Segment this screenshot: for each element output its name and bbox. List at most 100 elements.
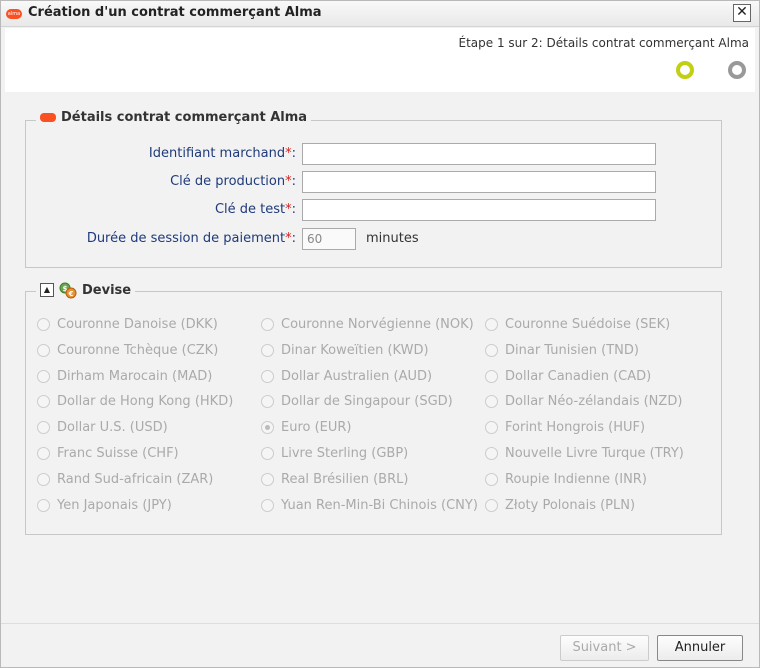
radio-button[interactable]	[261, 369, 274, 383]
currency-option[interactable]: Dollar de Singapour (SGD)	[261, 394, 453, 409]
currency-option-label: Złoty Polonais (PLN)	[505, 497, 636, 513]
currency-option[interactable]: Couronne Norvégienne (NOK)	[261, 317, 474, 332]
currency-option-label: Dollar de Singapour (SGD)	[281, 394, 453, 410]
dialog-window: alma Création d'un contrat commerçant Al…	[0, 0, 760, 668]
currency-option-label: Dollar de Hong Kong (HKD)	[57, 394, 234, 410]
collapse-currency-button[interactable]: ▲	[40, 283, 54, 297]
currency-option[interactable]: Dollar Australien (AUD)	[261, 369, 432, 384]
production-key-label: Clé de production*:	[170, 174, 296, 189]
radio-button[interactable]	[485, 498, 498, 512]
session-duration-unit: minutes	[366, 231, 419, 246]
radio-button[interactable]	[485, 318, 498, 331]
radio-button[interactable]	[261, 472, 274, 486]
currency-option-label: Euro (EUR)	[281, 420, 352, 436]
currency-option-label: Livre Sterling (GBP)	[281, 446, 409, 461]
step-1-active-icon	[676, 61, 694, 79]
radio-button[interactable]	[485, 421, 498, 435]
currency-option[interactable]: Dinar Koweïtien (KWD)	[261, 343, 429, 358]
currency-option[interactable]: Złoty Polonais (PLN)	[485, 498, 635, 513]
radio-button[interactable]	[485, 472, 498, 486]
currency-option-label: Real Brésilien (BRL)	[281, 471, 409, 487]
merchant-id-label: Identifiant marchand*:	[148, 146, 296, 161]
session-duration-input[interactable]	[302, 228, 356, 250]
alma-logo-icon	[40, 113, 56, 122]
test-key-input[interactable]	[302, 199, 656, 221]
currency-option[interactable]: Roupie Indienne (INR)	[485, 472, 647, 487]
currency-option-label: Couronne Norvégienne (NOK)	[281, 317, 474, 332]
dialog-title: Création d'un contrat commerçant Alma	[28, 5, 322, 20]
radio-button[interactable]	[261, 421, 274, 435]
currency-option-label: Dirham Marocain (MAD)	[57, 368, 213, 384]
currency-option-label: Dollar Australien (AUD)	[281, 368, 433, 384]
currency-option-label: Rand Sud-africain (ZAR)	[57, 471, 214, 487]
currency-option[interactable]: Dollar Canadien (CAD)	[485, 369, 651, 384]
test-key-label: Clé de test*:	[214, 202, 296, 217]
currency-option[interactable]: Euro (EUR)	[261, 420, 352, 435]
currency-option[interactable]: Couronne Suédoise (SEK)	[485, 317, 670, 332]
currency-option-label: Forint Hongrois (HUF)	[505, 420, 646, 436]
alma-logo-icon: alma	[6, 9, 22, 19]
currency-option[interactable]: Rand Sud-africain (ZAR)	[37, 472, 213, 487]
currency-option[interactable]: Real Brésilien (BRL)	[261, 472, 408, 487]
currency-option-label: Dollar Canadien (CAD)	[505, 368, 652, 384]
currency-option-label: Yuan Ren-Min-Bi Chinois (CNY)	[281, 497, 478, 513]
currency-option-label: Couronne Suédoise (SEK)	[505, 317, 671, 332]
radio-button[interactable]	[261, 498, 274, 512]
radio-button[interactable]	[485, 395, 498, 409]
merchant-id-row: Identifiant marchand*:	[26, 143, 721, 165]
currency-option[interactable]: Dollar de Hong Kong (HKD)	[37, 394, 233, 409]
radio-button[interactable]	[37, 318, 50, 331]
radio-button[interactable]	[37, 395, 50, 409]
production-key-input[interactable]	[302, 171, 656, 193]
currency-option[interactable]: Nouvelle Livre Turque (TRY)	[485, 446, 684, 461]
next-button[interactable]: Suivant >	[560, 635, 649, 661]
contract-details-title: Détails contrat commerçant Alma	[61, 110, 308, 125]
merchant-id-input[interactable]	[302, 143, 656, 165]
radio-button[interactable]	[37, 498, 50, 512]
currency-option-label: Nouvelle Livre Turque (TRY)	[505, 446, 684, 461]
currency-option[interactable]: Dollar Néo-zélandais (NZD)	[485, 394, 682, 409]
currency-legend: ▲ $ € Devise	[36, 281, 136, 299]
contract-details-fieldset: Détails contrat commerçant Alma Identifi…	[25, 110, 722, 268]
radio-button[interactable]	[261, 447, 274, 460]
radio-button[interactable]	[37, 447, 50, 460]
radio-button[interactable]	[485, 343, 498, 357]
step-indicator-text: Étape 1 sur 2: Détails contrat commerçan…	[458, 36, 749, 50]
currency-option-label: Couronne Danoise (DKK)	[57, 317, 218, 332]
currency-option-label: Couronne Tchèque (CZK)	[57, 342, 219, 358]
radio-button[interactable]	[261, 395, 274, 409]
currency-option[interactable]: Yen Japonais (JPY)	[37, 498, 172, 513]
wizard-step-bar: Étape 1 sur 2: Détails contrat commerçan…	[5, 28, 755, 92]
currency-option[interactable]: Franc Suisse (CHF)	[37, 446, 179, 461]
currency-option[interactable]: Dirham Marocain (MAD)	[37, 369, 212, 384]
radio-button[interactable]	[37, 343, 50, 357]
radio-button[interactable]	[485, 369, 498, 383]
currency-option[interactable]: Forint Hongrois (HUF)	[485, 420, 645, 435]
radio-button[interactable]	[485, 447, 498, 460]
close-button[interactable]: ✕	[733, 4, 751, 22]
currency-option[interactable]: Dollar U.S. (USD)	[37, 420, 168, 435]
session-duration-label: Durée de session de paiement*:	[86, 231, 296, 246]
session-duration-row: Durée de session de paiement*: minutes	[26, 228, 721, 250]
currency-option-label: Yen Japonais (JPY)	[57, 497, 172, 513]
currency-option[interactable]: Livre Sterling (GBP)	[261, 446, 408, 461]
radio-button[interactable]	[37, 472, 50, 486]
currency-option[interactable]: Yuan Ren-Min-Bi Chinois (CNY)	[261, 498, 478, 513]
currency-option-label: Roupie Indienne (INR)	[505, 471, 647, 487]
radio-button[interactable]	[37, 421, 50, 435]
cancel-button[interactable]: Annuler	[657, 635, 743, 661]
dialog-footer: Suivant > Annuler	[1, 623, 759, 667]
radio-button[interactable]	[261, 318, 274, 331]
radio-button[interactable]	[37, 369, 50, 383]
test-key-row: Clé de test*:	[26, 199, 721, 221]
currency-title: Devise	[82, 282, 132, 298]
currency-option-label: Dinar Tunisien (TND)	[505, 342, 639, 358]
currency-option[interactable]: Couronne Danoise (DKK)	[37, 317, 218, 332]
currency-fieldset: ▲ $ € Devise Couronne Danoise (DKK) Couro…	[25, 281, 722, 535]
radio-button[interactable]	[261, 343, 274, 357]
svg-text:€: €	[68, 290, 74, 298]
currency-option[interactable]: Couronne Tchèque (CZK)	[37, 343, 218, 358]
currency-option[interactable]: Dinar Tunisien (TND)	[485, 343, 639, 358]
currency-exchange-icon: $ €	[59, 281, 77, 299]
title-bar: alma Création d'un contrat commerçant Al…	[1, 1, 759, 27]
